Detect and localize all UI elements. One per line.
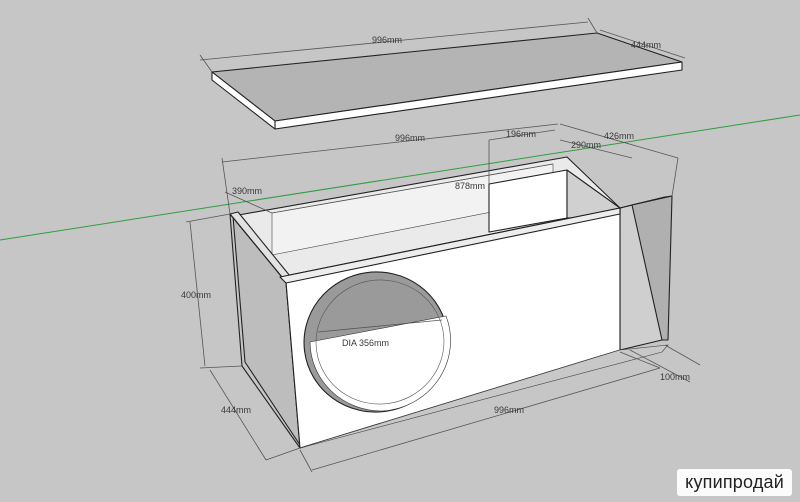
label-390: 390mm bbox=[232, 186, 262, 196]
label-lid-length: 996mm bbox=[372, 35, 402, 45]
label-depth: 444mm bbox=[221, 405, 251, 415]
label-height: 400mm bbox=[181, 290, 211, 300]
lid-panel bbox=[211, 32, 683, 130]
box-body bbox=[229, 156, 673, 449]
label-bottom-length: 996mm bbox=[494, 405, 524, 415]
watermark-logo: купипродай bbox=[677, 469, 792, 496]
label-port-dia: DIA 356mm bbox=[342, 338, 389, 348]
label-100: 100mm bbox=[660, 372, 690, 382]
label-196: 196mm bbox=[506, 129, 536, 139]
label-426: 426mm bbox=[604, 131, 634, 141]
box-drawing: 996mm 444mm 996mm 196mm 426mm 290mm 390m… bbox=[0, 17, 800, 473]
label-top-length: 996mm bbox=[395, 133, 425, 143]
label-878: 878mm bbox=[455, 181, 485, 191]
label-290: 290mm bbox=[571, 140, 601, 150]
label-lid-width: 444mm bbox=[631, 40, 661, 50]
